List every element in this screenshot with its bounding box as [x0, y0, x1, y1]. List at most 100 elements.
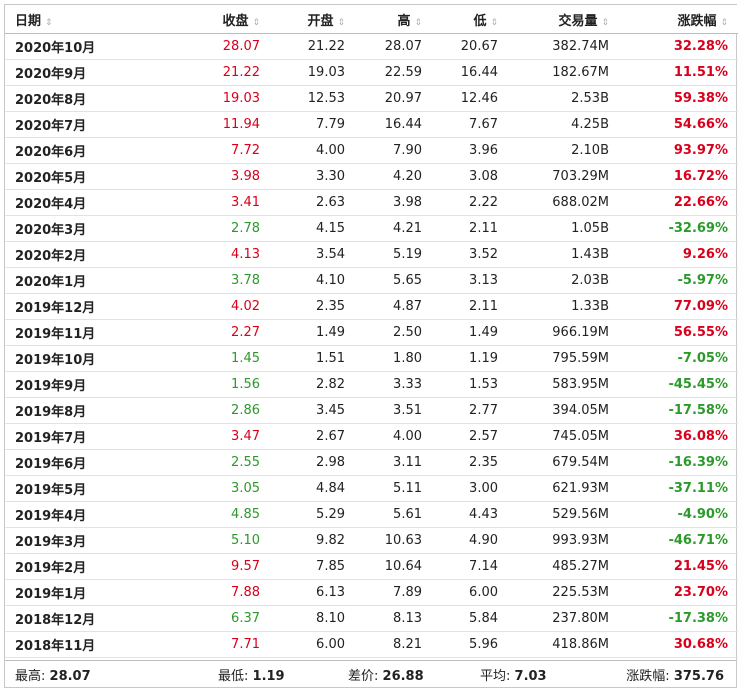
summary-average: 平均: 7.03 [480, 665, 547, 684]
cell-date: 2019年3月 [5, 527, 155, 554]
summary-low-label: 最低: [218, 668, 249, 684]
cell-open: 2.63 [270, 189, 355, 216]
cell-close: 3.41 [155, 189, 270, 216]
cell-high: 3.98 [355, 189, 432, 216]
sort-icon: ⇕ [490, 17, 498, 28]
cell-date: 2019年2月 [5, 553, 155, 580]
table-row[interactable]: 2020年3月 2.78 4.15 4.21 2.11 1.05B -32.69% [5, 215, 738, 242]
table-row[interactable]: 2020年10月 28.07 21.22 28.07 20.67 382.74M 32.28… [5, 33, 738, 60]
cell-low: 4.90 [432, 527, 508, 554]
cell-change: -4.90% [619, 501, 738, 528]
cell-volume: 1.43B [508, 241, 619, 268]
column-header-volume[interactable]: 交易量 ⇕ [508, 5, 619, 34]
cell-low: 2.77 [432, 397, 508, 424]
cell-date: 2020年10月 [5, 33, 155, 60]
column-header-change[interactable]: 涨跌幅 ⇕ [619, 5, 738, 34]
table-row[interactable]: 2019年8月 2.86 3.45 3.51 2.77 394.05M -17.58% [5, 397, 738, 424]
cell-low: 5.84 [432, 605, 508, 632]
cell-low: 2.57 [432, 423, 508, 450]
cell-date: 2019年6月 [5, 449, 155, 476]
cell-open: 7.85 [270, 553, 355, 580]
table-row[interactable]: 2019年6月 2.55 2.98 3.11 2.35 679.54M -16.39% [5, 449, 738, 476]
table-row[interactable]: 2020年5月 3.98 3.30 4.20 3.08 703.29M 16.72% [5, 163, 738, 190]
column-header-date[interactable]: 日期 ⇕ [5, 5, 155, 34]
cell-change: 21.45% [619, 553, 738, 580]
cell-change: 54.66% [619, 111, 738, 138]
column-header-label: 高 [397, 13, 411, 29]
cell-date: 2020年5月 [5, 163, 155, 190]
cell-date: 2019年5月 [5, 475, 155, 502]
cell-close: 7.71 [155, 631, 270, 658]
table-row[interactable]: 2019年2月 9.57 7.85 10.64 7.14 485.27M 21.45% [5, 553, 738, 580]
cell-change: -17.38% [619, 605, 738, 632]
cell-date: 2020年6月 [5, 137, 155, 164]
cell-change: 36.08% [619, 423, 738, 450]
cell-low: 2.11 [432, 215, 508, 242]
table-row[interactable]: 2020年2月 4.13 3.54 5.19 3.52 1.43B 9.26% [5, 241, 738, 268]
cell-volume: 703.29M [508, 163, 619, 190]
cell-date: 2019年4月 [5, 501, 155, 528]
cell-close: 6.37 [155, 605, 270, 632]
table-row[interactable]: 2019年5月 3.05 4.84 5.11 3.00 621.93M -37.11% [5, 475, 738, 502]
cell-change: -32.69% [619, 215, 738, 242]
table-header-row: 日期 ⇕ 收盘 ⇕ 开盘 ⇕ 高 ⇕ 低 ⇕ 交易量 ⇕ 涨跌幅 ⇕ [5, 5, 738, 34]
table-row[interactable]: 2019年3月 5.10 9.82 10.63 4.90 993.93M -46.71% [5, 527, 738, 554]
table-row[interactable]: 2019年10月 1.45 1.51 1.80 1.19 795.59M -7.05% [5, 345, 738, 372]
cell-volume: 1.33B [508, 293, 619, 320]
summary-average-label: 平均: [480, 668, 511, 684]
table-row[interactable]: 2018年11月 7.71 6.00 8.21 5.96 418.86M 30.68% [5, 631, 738, 658]
cell-close: 1.45 [155, 345, 270, 372]
cell-open: 3.45 [270, 397, 355, 424]
cell-date: 2018年12月 [5, 605, 155, 632]
cell-volume: 583.95M [508, 371, 619, 398]
history-table-panel: 日期 ⇕ 收盘 ⇕ 开盘 ⇕ 高 ⇕ 低 ⇕ 交易量 ⇕ 涨跌幅 ⇕ 2020年… [4, 4, 738, 688]
table-row[interactable]: 2019年7月 3.47 2.67 4.00 2.57 745.05M 36.08% [5, 423, 738, 450]
summary-change-value: 375.76 [673, 668, 724, 684]
summary-footer: 最高: 28.07 最低: 1.19 差价: 26.88 平均: 7.03 涨跌… [5, 660, 736, 687]
table-row[interactable]: 2019年4月 4.85 5.29 5.61 4.43 529.56M -4.90% [5, 501, 738, 528]
table-row[interactable]: 2020年1月 3.78 4.10 5.65 3.13 2.03B -5.97% [5, 267, 738, 294]
table-row[interactable]: 2018年12月 6.37 8.10 8.13 5.84 237.80M -17.38% [5, 605, 738, 632]
cell-date: 2019年7月 [5, 423, 155, 450]
cell-date: 2020年1月 [5, 267, 155, 294]
table-row[interactable]: 2020年9月 21.22 19.03 22.59 16.44 182.67M 11.51% [5, 59, 738, 86]
cell-high: 10.63 [355, 527, 432, 554]
table-row[interactable]: 2019年1月 7.88 6.13 7.89 6.00 225.53M 23.70% [5, 579, 738, 606]
cell-low: 16.44 [432, 59, 508, 86]
column-header-open[interactable]: 开盘 ⇕ [270, 5, 355, 34]
cell-high: 28.07 [355, 33, 432, 60]
summary-high-label: 最高: [15, 668, 46, 684]
column-header-high[interactable]: 高 ⇕ [355, 5, 432, 34]
cell-low: 3.13 [432, 267, 508, 294]
table-row[interactable]: 2020年6月 7.72 4.00 7.90 3.96 2.10B 93.97% [5, 137, 738, 164]
cell-high: 3.11 [355, 449, 432, 476]
cell-close: 3.98 [155, 163, 270, 190]
cell-change: 23.70% [619, 579, 738, 606]
sort-icon: ⇕ [720, 17, 728, 28]
cell-open: 9.82 [270, 527, 355, 554]
cell-high: 5.65 [355, 267, 432, 294]
cell-open: 12.53 [270, 85, 355, 112]
cell-open: 3.30 [270, 163, 355, 190]
cell-low: 2.35 [432, 449, 508, 476]
column-header-low[interactable]: 低 ⇕ [432, 5, 508, 34]
cell-high: 22.59 [355, 59, 432, 86]
cell-high: 16.44 [355, 111, 432, 138]
cell-high: 8.13 [355, 605, 432, 632]
cell-low: 3.00 [432, 475, 508, 502]
cell-date: 2020年9月 [5, 59, 155, 86]
table-row[interactable]: 2020年4月 3.41 2.63 3.98 2.22 688.02M 22.66% [5, 189, 738, 216]
column-header-close[interactable]: 收盘 ⇕ [155, 5, 270, 34]
table-row[interactable]: 2019年12月 4.02 2.35 4.87 2.11 1.33B 77.09% [5, 293, 738, 320]
table-row[interactable]: 2020年7月 11.94 7.79 16.44 7.67 4.25B 54.66% [5, 111, 738, 138]
sort-icon: ⇕ [45, 17, 53, 28]
cell-open: 6.00 [270, 631, 355, 658]
cell-high: 1.80 [355, 345, 432, 372]
table-row[interactable]: 2020年8月 19.03 12.53 20.97 12.46 2.53B 59.38% [5, 85, 738, 112]
cell-close: 11.94 [155, 111, 270, 138]
cell-change: -5.97% [619, 267, 738, 294]
table-row[interactable]: 2019年9月 1.56 2.82 3.33 1.53 583.95M -45.45% [5, 371, 738, 398]
cell-open: 2.35 [270, 293, 355, 320]
table-row[interactable]: 2019年11月 2.27 1.49 2.50 1.49 966.19M 56.55% [5, 319, 738, 346]
cell-close: 21.22 [155, 59, 270, 86]
